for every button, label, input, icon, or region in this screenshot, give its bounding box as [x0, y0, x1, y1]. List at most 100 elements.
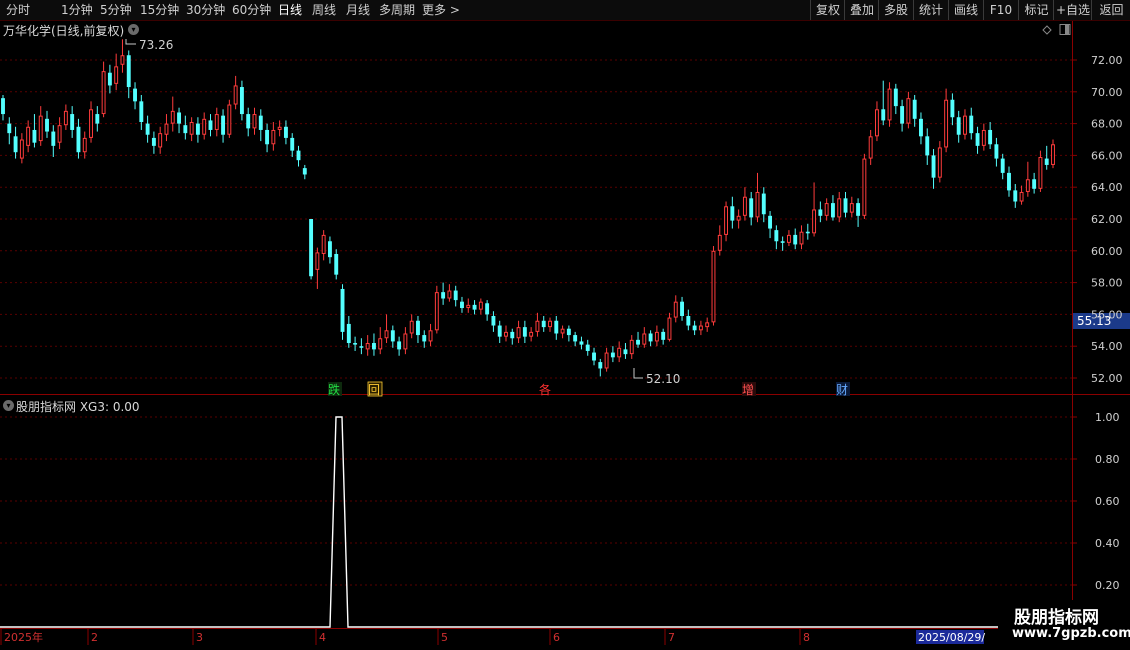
candle [45, 110, 49, 138]
candle-body [126, 55, 131, 88]
candle-body [233, 85, 238, 105]
candle [472, 300, 477, 315]
candle-body [812, 209, 817, 234]
candle [233, 75, 238, 110]
candle [862, 153, 867, 219]
candle-body [824, 203, 829, 216]
candle [906, 91, 911, 129]
candle [327, 236, 332, 264]
candle-body [780, 241, 785, 243]
candle [158, 126, 163, 154]
diamond-icon[interactable] [1042, 25, 1052, 35]
candle [522, 320, 527, 344]
candle-body [950, 99, 955, 118]
candle-body [447, 290, 452, 299]
candle-body [610, 352, 615, 358]
candle-body [617, 347, 622, 358]
candle [881, 80, 886, 126]
candle-body [843, 198, 848, 213]
time-axis-labels: 2025年 2 3 4 5 6 7 8 [0, 629, 810, 645]
candle [786, 230, 791, 247]
candle-body [208, 120, 213, 130]
candle-body [805, 231, 810, 234]
window-toggle-icon[interactable] [1059, 24, 1071, 35]
candle-body [673, 301, 678, 318]
candle [384, 314, 389, 344]
candle-body [101, 71, 106, 115]
candle [428, 323, 433, 347]
candle [441, 282, 446, 305]
time-tick-label: 2025年 [4, 630, 43, 644]
candle [107, 64, 112, 94]
candle-body [975, 133, 980, 146]
candle-body [107, 72, 112, 86]
candle [837, 191, 842, 223]
candle [780, 236, 785, 251]
indicator-tick-label: 0.80 [1095, 453, 1120, 466]
candle [120, 39, 125, 73]
candle-body [906, 98, 911, 124]
signal-cai: 财 [836, 383, 848, 397]
candle [453, 285, 458, 307]
candle [1000, 153, 1005, 180]
candle-body [397, 341, 402, 350]
candle [82, 131, 87, 159]
candle [422, 330, 427, 348]
candle-body [535, 320, 540, 332]
candle [1044, 145, 1049, 170]
price-tick-label: 66.00 [1091, 149, 1123, 162]
candle-body [944, 99, 949, 148]
candle [805, 223, 810, 240]
price-tick-label: 54.00 [1091, 340, 1123, 353]
candle-body [378, 338, 383, 350]
candle-body [38, 115, 43, 142]
candle-body [70, 114, 75, 130]
candle-body [937, 147, 942, 178]
candle [334, 249, 339, 280]
candle [246, 107, 251, 137]
candle [409, 314, 414, 339]
indicator-tick-label: 0.40 [1095, 537, 1120, 550]
candle [617, 341, 622, 363]
candle-body [648, 333, 653, 342]
candle-body [893, 88, 898, 107]
time-tick-label: 8 [803, 631, 810, 644]
high-marker: 73.26 [125, 38, 173, 52]
candle-body [698, 325, 703, 331]
candle [466, 298, 471, 313]
price-tick-label: 62.00 [1091, 213, 1123, 226]
time-tick-label: 7 [668, 631, 675, 644]
candle-body [680, 301, 684, 316]
candle [1019, 185, 1024, 205]
candle-body [818, 209, 823, 216]
candle [1032, 172, 1037, 194]
candle [516, 320, 521, 344]
candle-body [875, 109, 879, 137]
candle-body [384, 330, 389, 339]
candle [365, 335, 370, 356]
candle-body [403, 333, 408, 350]
candle [585, 339, 590, 356]
candle [258, 109, 263, 142]
candle [101, 61, 106, 118]
candle [623, 343, 628, 359]
candle-body [623, 349, 628, 355]
candle [183, 115, 188, 140]
candle-body [1032, 179, 1037, 189]
candle [969, 107, 974, 140]
candle-body [114, 66, 119, 84]
candle [265, 123, 270, 153]
candle-body [453, 290, 458, 301]
candle [7, 117, 12, 145]
candle [535, 312, 540, 337]
candle [981, 123, 986, 151]
candle [447, 284, 452, 302]
candle-body [988, 129, 993, 145]
candle-body [151, 137, 156, 146]
signal-hui: 回 [368, 383, 380, 397]
candle-body [849, 203, 854, 213]
price-tick-label: 52.00 [1091, 372, 1123, 385]
candle-body [717, 234, 722, 251]
kline-chart[interactable]: 73.26 52.10 55.13 跌 回 各 增 财 72.0070.0068… [0, 0, 1130, 650]
candle [95, 106, 100, 132]
